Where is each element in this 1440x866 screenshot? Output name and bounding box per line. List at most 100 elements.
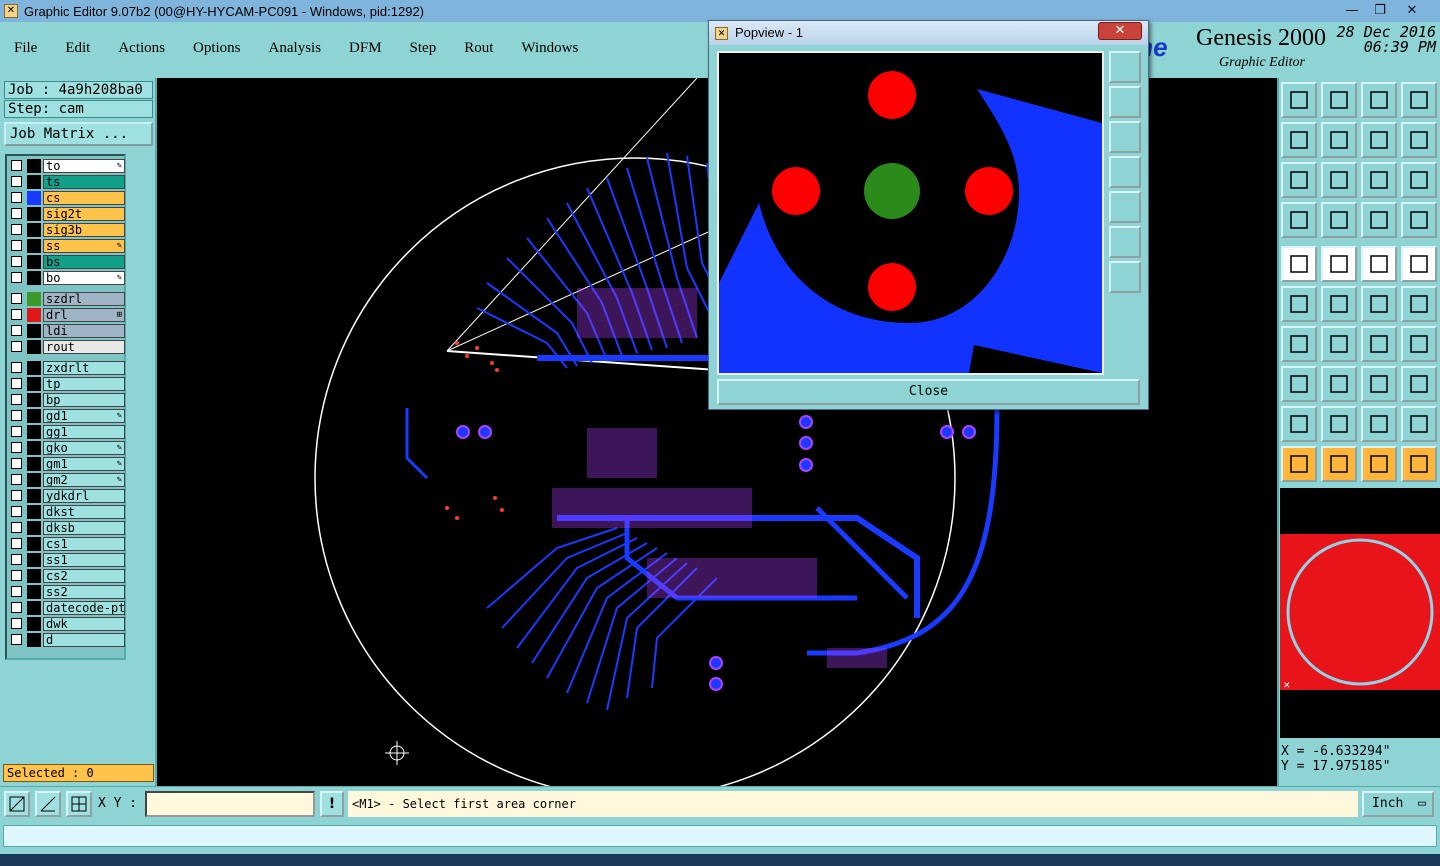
layer-checkbox[interactable] [11, 410, 22, 421]
close-icon[interactable]: ✕ [1398, 1, 1426, 20]
color-icon[interactable] [1321, 246, 1357, 282]
split-icon[interactable] [1401, 326, 1437, 362]
layer-checkbox[interactable] [11, 618, 22, 629]
layer-checkbox[interactable] [11, 293, 22, 304]
line-point-icon[interactable] [1361, 286, 1397, 322]
layer-checkbox[interactable] [11, 490, 22, 501]
move-left-icon[interactable] [1281, 122, 1317, 158]
layer-checkbox[interactable] [11, 458, 22, 469]
rotate-icon[interactable] [1401, 122, 1437, 158]
layer-checkbox[interactable] [11, 160, 22, 171]
popview-pan-down-icon[interactable] [1109, 121, 1141, 153]
layer-row[interactable]: ydkdrl [9, 489, 125, 503]
layer-stack-icon[interactable] [1361, 202, 1397, 238]
layer-row[interactable]: drl ⊞ [9, 308, 125, 322]
mirror-icon[interactable] [1361, 122, 1397, 158]
layer-checkbox[interactable] [11, 602, 22, 613]
layer-row[interactable]: zxdrlt [9, 361, 125, 375]
menu-rout[interactable]: Rout [464, 40, 493, 57]
home-icon[interactable] [1361, 82, 1397, 118]
job-matrix-button[interactable]: Job Matrix ... [4, 122, 153, 146]
layer-checkbox[interactable] [11, 634, 22, 645]
layer-checkbox[interactable] [11, 554, 22, 565]
layer-row[interactable]: gko ✎ [9, 441, 125, 455]
layer-row[interactable]: datecode-ptc [9, 601, 125, 615]
select-rotate-icon[interactable] [1361, 446, 1397, 482]
arc-icon[interactable] [1361, 326, 1397, 362]
layer-row[interactable]: cs [9, 191, 125, 205]
scale-icon[interactable] [1361, 162, 1397, 198]
slash-icon[interactable] [1321, 326, 1357, 362]
copy-point-icon[interactable] [1281, 366, 1317, 402]
angle-icon[interactable] [1281, 326, 1317, 362]
layer-row[interactable]: dkst [9, 505, 125, 519]
layer-row[interactable]: tp [9, 377, 125, 391]
layer-row[interactable]: sig2t [9, 207, 125, 221]
layer-stack-red-icon[interactable] [1401, 202, 1437, 238]
xy-input[interactable] [145, 791, 315, 817]
window-icon[interactable] [1401, 82, 1437, 118]
triangle-red-icon[interactable] [1361, 406, 1397, 442]
warning-button[interactable]: ! [320, 791, 344, 817]
layer-checkbox[interactable] [11, 362, 22, 373]
layer-row[interactable]: cs2 [9, 569, 125, 583]
layer-checkbox[interactable] [11, 522, 22, 533]
layer-checkbox[interactable] [11, 208, 22, 219]
layer-row[interactable]: ss1 [9, 553, 125, 567]
menu-actions[interactable]: Actions [118, 40, 165, 57]
layer-checkbox[interactable] [11, 506, 22, 517]
triangle-icon[interactable] [1281, 406, 1317, 442]
popview-zoom-home-icon[interactable] [1109, 51, 1141, 83]
angle-mode-icon[interactable] [35, 791, 61, 817]
layer-checkbox[interactable] [11, 256, 22, 267]
move-up-icon[interactable] [1281, 82, 1317, 118]
menu-file[interactable]: File [14, 40, 37, 57]
popview-close-icon[interactable]: ✕ [1098, 22, 1142, 40]
minimize-icon[interactable]: — [1338, 1, 1366, 20]
menu-analysis[interactable]: Analysis [269, 40, 322, 57]
popview-pan-up-icon[interactable] [1109, 86, 1141, 118]
popview-pan-left-icon[interactable] [1109, 156, 1141, 188]
fit-icon[interactable] [1281, 162, 1317, 198]
layer-row[interactable]: bp [9, 393, 125, 407]
resize-icon[interactable] [1361, 366, 1397, 402]
layer-row[interactable]: gg1 [9, 425, 125, 439]
grid-icon[interactable] [1321, 202, 1357, 238]
move-right-icon[interactable] [1321, 122, 1357, 158]
triangle-blue-icon[interactable] [1401, 406, 1437, 442]
maximize-icon[interactable]: ❐ [1366, 1, 1394, 20]
menu-windows[interactable]: Windows [521, 40, 578, 57]
line-end-icon[interactable] [1401, 286, 1437, 322]
layer-row[interactable]: gd1 ✎ [9, 409, 125, 423]
layer-checkbox[interactable] [11, 570, 22, 581]
menu-step[interactable]: Step [410, 40, 437, 57]
layer-checkbox[interactable] [11, 192, 22, 203]
pointer-icon[interactable] [1281, 446, 1317, 482]
layer-checkbox[interactable] [11, 240, 22, 251]
pad-icon[interactable] [1281, 246, 1317, 282]
popview-close-button[interactable]: Close [717, 379, 1140, 405]
layer-row[interactable]: dwk [9, 617, 125, 631]
layer-row[interactable]: ldi [9, 324, 125, 338]
popview-zoom-out-icon[interactable] [1109, 261, 1141, 293]
layer-checkbox[interactable] [11, 341, 22, 352]
units-select[interactable]: Inch ▭ [1362, 791, 1434, 817]
layer-checkbox[interactable] [11, 272, 22, 283]
snap-mode-icon[interactable] [4, 791, 30, 817]
layer-checkbox[interactable] [11, 176, 22, 187]
layer-row[interactable]: dksb [9, 521, 125, 535]
layer-checkbox[interactable] [11, 309, 22, 320]
layer-checkbox[interactable] [11, 474, 22, 485]
triangle-up-icon[interactable] [1321, 406, 1357, 442]
layer-row[interactable]: to ✎ [9, 159, 125, 173]
measure-icon[interactable] [1281, 202, 1317, 238]
help-icon[interactable] [1401, 162, 1437, 198]
select-path-icon[interactable] [1401, 446, 1437, 482]
layer-checkbox[interactable] [11, 394, 22, 405]
move-down-icon[interactable] [1321, 82, 1357, 118]
layer-checkbox[interactable] [11, 586, 22, 597]
break-icon[interactable] [1321, 366, 1357, 402]
center-icon[interactable] [1321, 162, 1357, 198]
layer-row[interactable]: bo ✎ [9, 271, 125, 285]
grid-snap-icon[interactable] [66, 791, 92, 817]
